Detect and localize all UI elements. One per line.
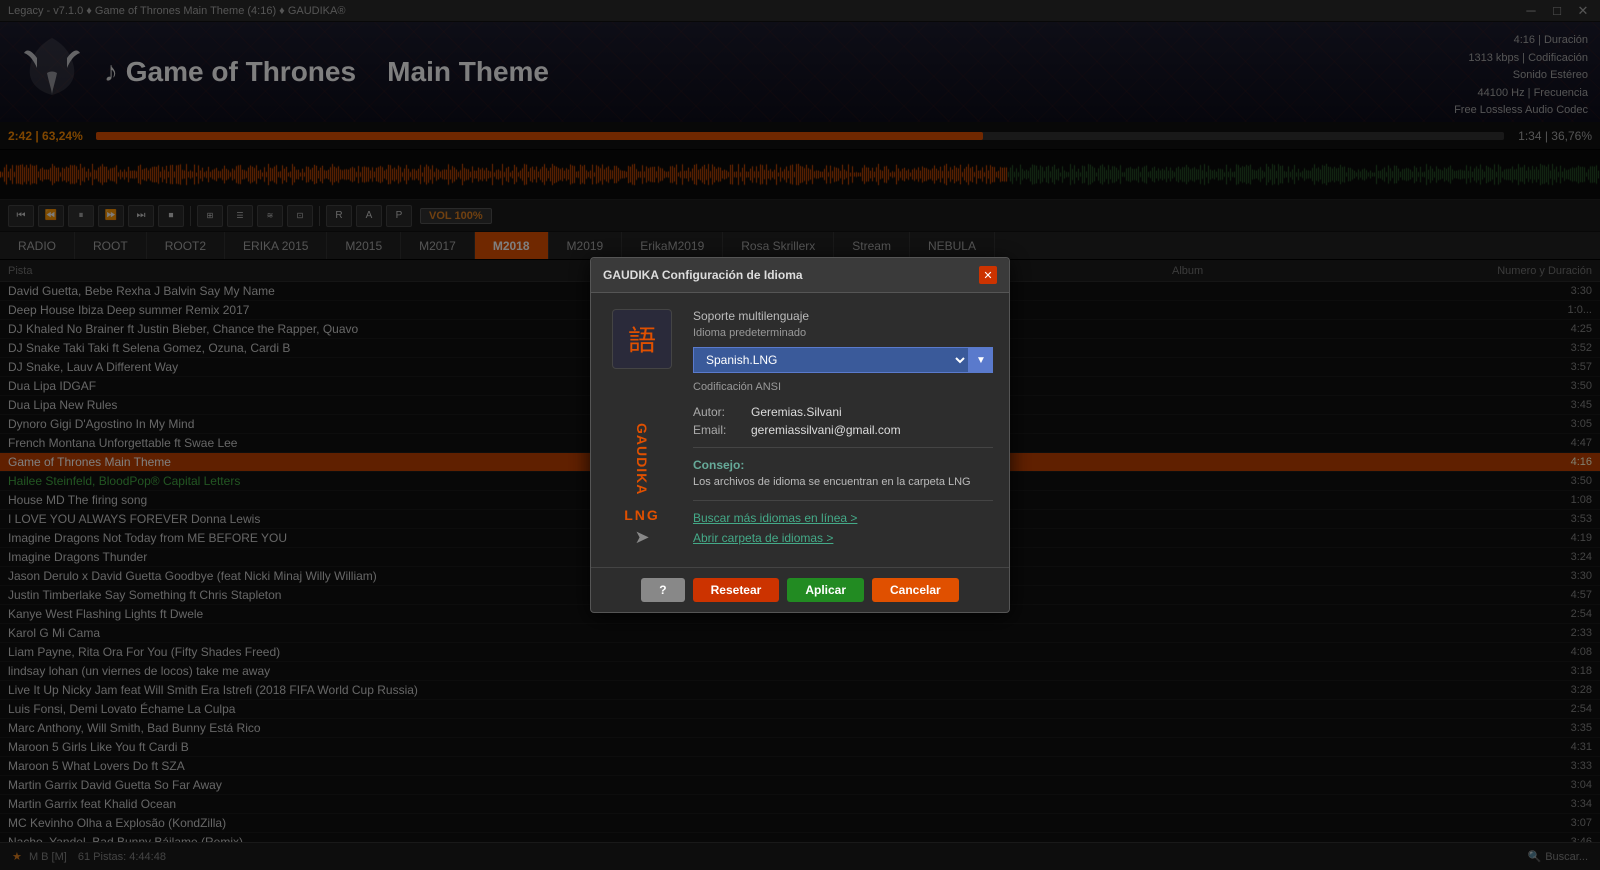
lang-select-arrow[interactable]: ▼ bbox=[969, 347, 993, 373]
modal-body: 語 GAUDIKA LNG ➤ Soporte multilenguaje Id… bbox=[591, 293, 1009, 567]
arrow-icon: ➤ bbox=[634, 527, 649, 548]
email-label: Email: bbox=[693, 423, 743, 437]
modal-close-button[interactable]: ✕ bbox=[979, 266, 997, 284]
autor-label: Autor: bbox=[693, 405, 743, 419]
email-row: Email: geremiassilvani@gmail.com bbox=[693, 423, 993, 437]
language-select[interactable]: Spanish.LNG bbox=[693, 347, 969, 373]
reset-button[interactable]: Resetear bbox=[693, 578, 780, 602]
modal-content: Soporte multilenguaje Idioma predetermin… bbox=[693, 309, 993, 551]
encoding-label: Codificación ANSI bbox=[693, 381, 993, 393]
help-button[interactable]: ? bbox=[641, 578, 684, 602]
modal-header: GAUDIKA Configuración de Idioma ✕ bbox=[591, 258, 1009, 293]
gaudika-vertical: GAUDIKA bbox=[635, 423, 649, 503]
cancel-button[interactable]: Cancelar bbox=[872, 578, 959, 602]
email-value: geremiassilvani@gmail.com bbox=[751, 423, 901, 437]
lang-select-wrapper: Spanish.LNG ▼ bbox=[693, 347, 993, 373]
consejo-label: Consejo: bbox=[693, 458, 993, 472]
modal-overlay: GAUDIKA Configuración de Idioma ✕ 語 GAUD… bbox=[0, 0, 1600, 870]
logo-char-icon: 語 bbox=[628, 319, 656, 359]
link-open-folder[interactable]: Abrir carpeta de idiomas > bbox=[693, 531, 993, 545]
idioma-label: Idioma predeterminado bbox=[693, 327, 993, 339]
apply-button[interactable]: Aplicar bbox=[787, 578, 864, 602]
divider-2 bbox=[693, 500, 993, 501]
autor-value: Geremias.Silvani bbox=[751, 405, 842, 419]
modal-logo-text-area: GAUDIKA LNG ➤ bbox=[624, 373, 660, 548]
modal-footer: ? Resetear Aplicar Cancelar bbox=[591, 567, 1009, 612]
multilenguaje-label: Soporte multilenguaje bbox=[693, 309, 993, 323]
consejo-text: Los archivos de idioma se encuentran en … bbox=[693, 476, 993, 488]
modal-title: GAUDIKA Configuración de Idioma bbox=[603, 268, 803, 282]
modal-logo-vertical-text: GAUDIKA bbox=[635, 373, 649, 503]
modal-logo-box: 語 bbox=[612, 309, 672, 369]
link-more-languages[interactable]: Buscar más idiomas en línea > bbox=[693, 511, 993, 525]
modal-logo-section: 語 GAUDIKA LNG ➤ bbox=[607, 309, 677, 551]
autor-row: Autor: Geremias.Silvani bbox=[693, 405, 993, 419]
lng-text: LNG bbox=[624, 507, 660, 523]
divider-1 bbox=[693, 447, 993, 448]
language-settings-modal: GAUDIKA Configuración de Idioma ✕ 語 GAUD… bbox=[590, 257, 1010, 613]
